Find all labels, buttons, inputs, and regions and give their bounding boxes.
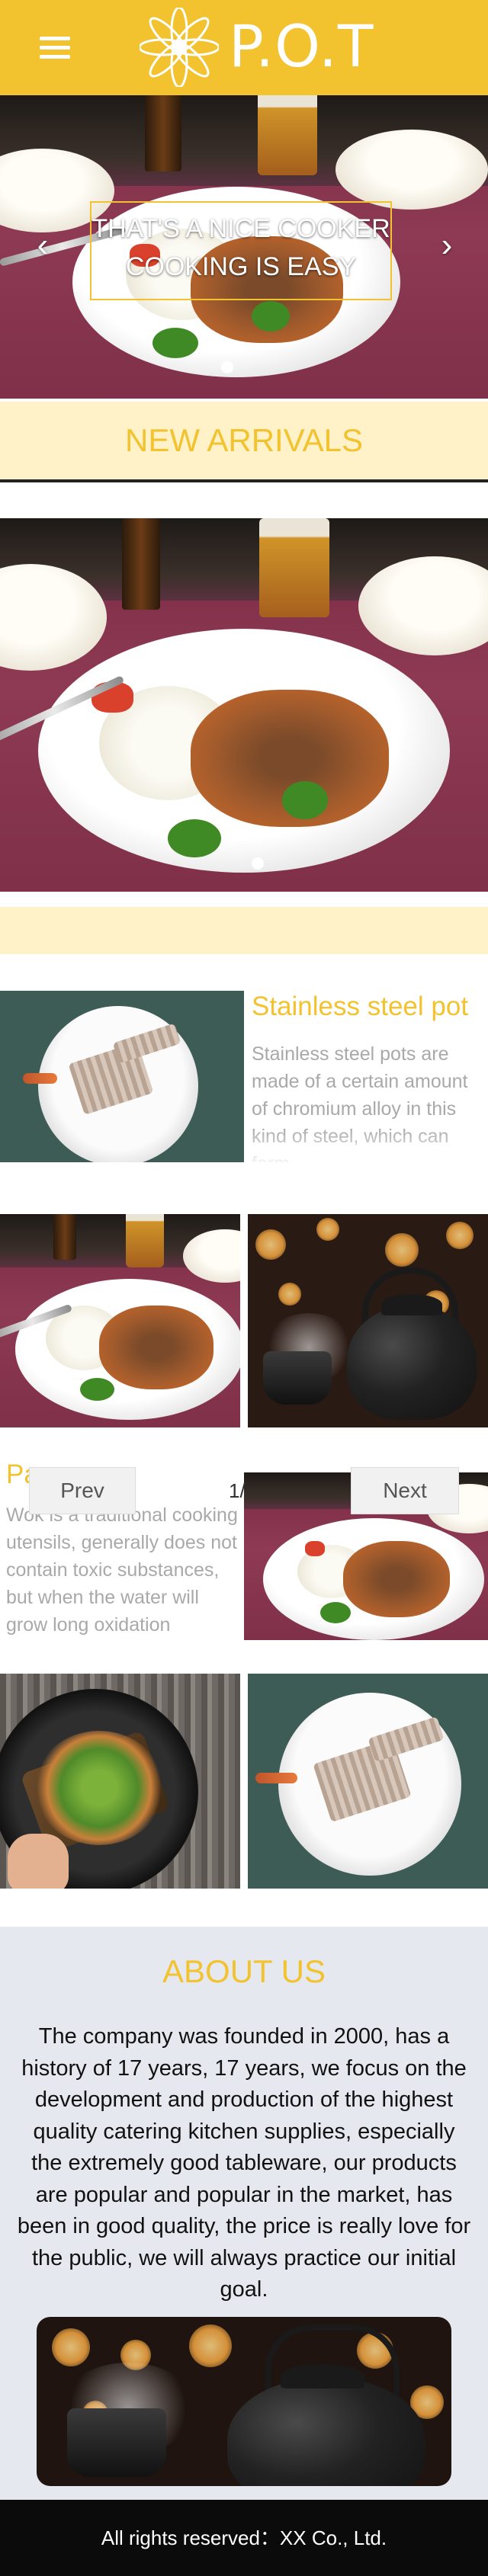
gallery-image-food[interactable] bbox=[0, 1214, 240, 1427]
footer: All rights reserved：XX Co., Ltd. bbox=[0, 2500, 488, 2576]
product-description: Stainless steel pots are made of a certa… bbox=[252, 1043, 468, 1162]
photo-dot[interactable] bbox=[252, 857, 264, 870]
carousel-dot[interactable] bbox=[221, 361, 233, 373]
about-text: The company was founded in 2000, has a h… bbox=[17, 2024, 471, 2302]
product-title[interactable]: Stainless steel pot bbox=[252, 987, 488, 1027]
carousel-caption-line1: THAT'S A NICE COOKER bbox=[92, 214, 390, 243]
brand-name[interactable]: P.O.T bbox=[229, 5, 374, 88]
carousel-prev-arrow-icon[interactable]: ‹ bbox=[27, 229, 58, 262]
new-arrivals-title: NEW ARRIVALS bbox=[125, 422, 363, 458]
next-button[interactable]: Next bbox=[351, 1467, 459, 1514]
carousel-next-arrow-icon[interactable]: › bbox=[432, 229, 462, 262]
product-image[interactable] bbox=[0, 991, 244, 1162]
product2-description: Wok is a traditional cooking utensils, g… bbox=[6, 1504, 238, 1636]
flower-logo-icon bbox=[138, 6, 220, 88]
hamburger-menu-icon[interactable] bbox=[40, 37, 70, 59]
page-indicator: 1/ bbox=[229, 1479, 246, 1502]
gallery-image-salad[interactable] bbox=[0, 1674, 240, 1889]
accent-band bbox=[0, 907, 488, 954]
about-image-teapot bbox=[37, 2317, 451, 2486]
prev-button[interactable]: Prev bbox=[29, 1467, 136, 1514]
about-title: ABOUT US bbox=[162, 1953, 326, 1989]
carousel-caption-line2: COOKING IS EASY bbox=[125, 252, 357, 281]
gallery-image-bowl[interactable] bbox=[248, 1674, 488, 1889]
featured-food-photo[interactable] bbox=[0, 518, 488, 892]
section-divider bbox=[0, 479, 488, 482]
gallery-image-teapot[interactable] bbox=[248, 1214, 488, 1427]
